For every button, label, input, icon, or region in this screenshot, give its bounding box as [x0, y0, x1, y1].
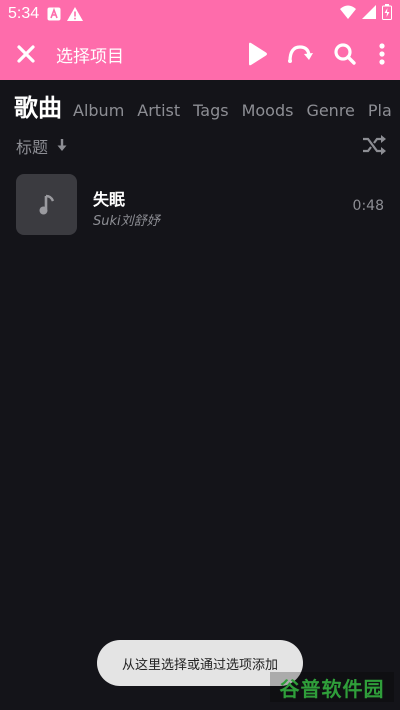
tab-artist[interactable]: Artist — [137, 101, 180, 120]
arrow-down-icon — [56, 137, 68, 156]
tab-moods[interactable]: Moods — [242, 101, 294, 120]
battery-icon — [382, 4, 392, 24]
song-list-item[interactable]: 失眠 Suki刘舒妤 0:48 — [16, 174, 386, 236]
album-art-placeholder — [16, 174, 77, 235]
shuffle-button[interactable] — [362, 134, 386, 160]
song-duration: 0:48 — [352, 198, 384, 214]
song-artist: Suki刘舒妤 — [93, 214, 160, 229]
watermark-logo: 谷普软件园 — [270, 672, 394, 702]
tab-album[interactable]: Album — [73, 101, 124, 120]
repeat-arc-icon — [288, 45, 313, 63]
action-bar: 选择项目 — [0, 28, 400, 80]
song-title: 失眠 — [93, 190, 126, 209]
close-button[interactable] — [12, 40, 40, 68]
sort-row: 标题 — [16, 134, 386, 158]
warning-icon — [67, 7, 84, 21]
tab-songs[interactable]: 歌曲 — [14, 88, 62, 123]
library-tabs: 歌曲 Album Artist Tags Moods Genre Pla — [0, 88, 400, 128]
status-time: 5:34 — [8, 5, 40, 22]
action-bar-title: 选择项目 — [56, 47, 124, 67]
overflow-menu-button[interactable] — [367, 39, 397, 69]
more-vertical-icon — [379, 43, 385, 65]
sort-by-title-button[interactable]: 标题 — [16, 134, 48, 158]
tab-tags[interactable]: Tags — [193, 101, 228, 120]
wifi-icon — [340, 5, 356, 23]
shuffle-icon — [363, 135, 386, 155]
notification-a-icon — [47, 7, 61, 21]
play-icon — [249, 42, 267, 66]
status-right-group — [340, 4, 392, 24]
play-button[interactable] — [242, 39, 272, 69]
repeat-button[interactable] — [285, 39, 315, 69]
close-icon — [17, 45, 35, 63]
tab-genre[interactable]: Genre — [306, 101, 354, 120]
top-app-bar: 5:34 选择项目 — [0, 0, 400, 80]
signal-icon — [362, 5, 376, 23]
search-button[interactable] — [330, 39, 360, 69]
search-icon — [334, 43, 356, 65]
status-bar: 5:34 — [0, 0, 400, 28]
tab-playlists[interactable]: Pla — [368, 101, 392, 120]
music-note-icon — [39, 194, 54, 214]
